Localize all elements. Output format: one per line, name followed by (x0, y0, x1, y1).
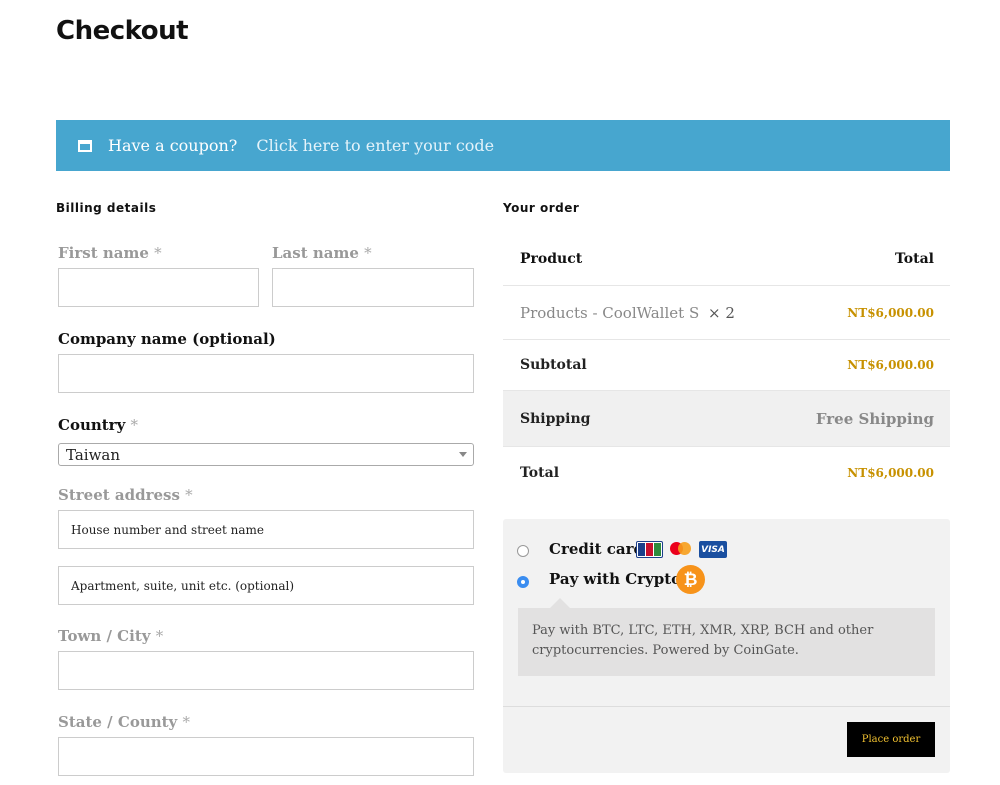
billing-title: Billing details (56, 201, 157, 215)
street-label: Street address * (58, 486, 193, 504)
required-mark: * (185, 486, 193, 504)
required-mark: * (154, 244, 162, 262)
jcb-icon (636, 541, 663, 558)
street-field[interactable] (58, 510, 474, 549)
subtotal-row: Subtotal NT$6,000.00 (503, 340, 950, 391)
coupon-bar: Have a coupon? Click here to enter your … (56, 120, 950, 171)
subtotal-value: NT$6,000.00 (847, 358, 934, 372)
required-mark: * (155, 627, 164, 645)
last-name-label-text: Last name (272, 244, 359, 262)
order-title: Your order (503, 201, 580, 215)
total-value: NT$6,000.00 (847, 466, 934, 480)
coupon-link[interactable]: Click here to enter your code (256, 136, 494, 155)
company-label: Company name (optional) (58, 330, 276, 348)
page-title: Checkout (56, 16, 189, 46)
country-label: Country * (58, 416, 138, 434)
place-order-button[interactable]: Place order (847, 722, 935, 757)
order-item-name: Products - CoolWallet S (520, 303, 700, 322)
country-select-value: Taiwan (66, 446, 121, 464)
required-mark: * (182, 713, 191, 731)
order-item-qty: × 2 (708, 303, 735, 322)
window-icon (78, 139, 92, 152)
first-name-label-text: First name (58, 244, 149, 262)
shipping-value: Free Shipping (815, 409, 934, 428)
street-label-text: Street address (58, 486, 180, 504)
total-row: Total NT$6,000.00 (503, 447, 950, 499)
city-label: Town / City * (58, 627, 163, 645)
country-label-text: Country (58, 416, 126, 434)
order-header-row: Product Total (503, 232, 950, 286)
mastercard-icon (670, 541, 692, 558)
country-select[interactable]: Taiwan (58, 443, 474, 466)
required-mark: * (364, 244, 372, 262)
credit-card-radio[interactable] (517, 545, 529, 557)
first-name-label: First name * (58, 244, 162, 262)
apartment-field[interactable] (58, 566, 474, 605)
order-table: Product Total Products - CoolWallet S × … (503, 232, 950, 499)
state-label-text: State / County (58, 713, 178, 731)
credit-card-label[interactable]: Credit card (549, 540, 644, 558)
total-label: Total (520, 465, 560, 481)
order-item-row: Products - CoolWallet S × 2 NT$6,000.00 (503, 286, 950, 340)
last-name-label: Last name * (272, 244, 372, 262)
coupon-text: Have a coupon? (108, 136, 238, 155)
subtotal-label: Subtotal (520, 357, 587, 373)
visa-icon: VISA (699, 541, 727, 558)
last-name-field[interactable] (272, 268, 474, 307)
city-field[interactable] (58, 651, 474, 690)
required-mark: * (130, 416, 139, 434)
shipping-label: Shipping (520, 410, 591, 427)
crypto-radio[interactable] (517, 576, 529, 588)
total-header: Total (894, 250, 934, 267)
first-name-field[interactable] (58, 268, 259, 307)
product-header: Product (520, 250, 583, 267)
city-label-text: Town / City (58, 627, 151, 645)
shipping-row: Shipping Free Shipping (503, 391, 950, 447)
order-item-price: NT$6,000.00 (847, 305, 934, 320)
crypto-label[interactable]: Pay with Crypto (549, 570, 681, 588)
order-item-name-cell: Products - CoolWallet S × 2 (520, 304, 735, 322)
bitcoin-icon: ₿ (676, 565, 705, 594)
company-field[interactable] (58, 354, 474, 393)
state-label: State / County * (58, 713, 190, 731)
state-field[interactable] (58, 737, 474, 776)
divider (503, 706, 950, 707)
crypto-description: Pay with BTC, LTC, ETH, XMR, XRP, BCH an… (518, 598, 935, 676)
chevron-down-icon (459, 452, 467, 457)
